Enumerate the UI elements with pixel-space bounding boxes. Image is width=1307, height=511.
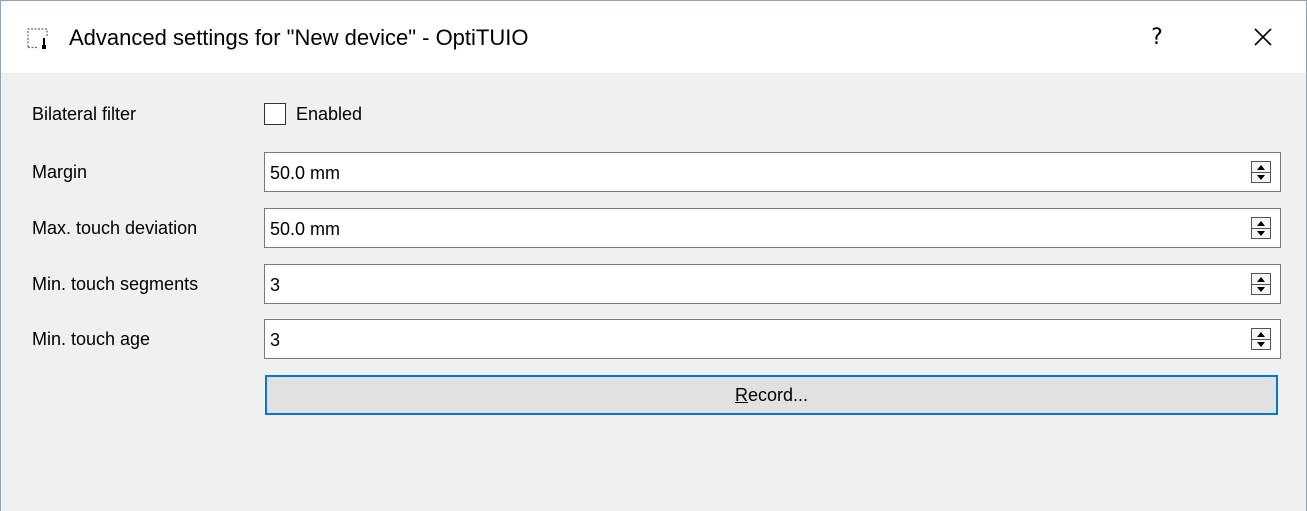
spin-down-arrow-icon[interactable] (1252, 284, 1270, 295)
spin-up-arrow-icon[interactable] (1252, 329, 1270, 339)
max-touch-deviation-spinbox[interactable]: 50.0 mm (264, 208, 1281, 248)
help-icon: ? (1151, 24, 1163, 50)
min-touch-segments-spinbox[interactable]: 3 (264, 264, 1281, 304)
margin-spinbox[interactable]: 50.0 mm (264, 152, 1281, 192)
min-touch-age-label: Min. touch age (32, 329, 151, 349)
margin-spin-arrows (1251, 161, 1271, 183)
spin-up-arrow-icon[interactable] (1252, 218, 1270, 228)
min-touch-segments-label: Min. touch segments (32, 274, 199, 294)
margin-value: 50.0 mm (270, 163, 341, 183)
bilateral-filter-checkbox[interactable] (264, 103, 286, 125)
min-touch-segments-spin-arrows (1251, 273, 1271, 295)
min-touch-segments-value: 3 (270, 275, 281, 295)
spin-down-arrow-icon[interactable] (1252, 228, 1270, 239)
max-touch-deviation-spin-arrows (1251, 217, 1271, 239)
max-touch-deviation-label: Max. touch deviation (32, 218, 198, 238)
help-button[interactable]: ? (1121, 1, 1193, 73)
max-touch-deviation-value: 50.0 mm (270, 219, 341, 239)
title-bar[interactable]: Advanced settings for "New device" - Opt… (1, 1, 1306, 73)
bilateral-filter-label: Bilateral filter (32, 104, 137, 124)
close-button[interactable] (1227, 1, 1299, 73)
bilateral-filter-checkbox-label[interactable]: Enabled (296, 103, 362, 125)
spin-down-arrow-icon[interactable] (1252, 172, 1270, 183)
dialog-window: Advanced settings for "New device" - Opt… (0, 0, 1307, 511)
spin-up-arrow-icon[interactable] (1252, 162, 1270, 172)
margin-label: Margin (32, 162, 88, 182)
spin-up-arrow-icon[interactable] (1252, 274, 1270, 284)
min-touch-age-value: 3 (270, 330, 281, 350)
window-app-icon (27, 28, 48, 49)
window-title: Advanced settings for "New device" - Opt… (69, 25, 529, 50)
record-button[interactable]: Record... (265, 375, 1278, 415)
record-button-label: ecord... (747, 384, 809, 405)
min-touch-age-spin-arrows (1251, 328, 1271, 350)
spin-down-arrow-icon[interactable] (1252, 339, 1270, 350)
min-touch-age-spinbox[interactable]: 3 (264, 319, 1281, 359)
close-icon (1254, 28, 1272, 46)
record-button-mnemonic: R (734, 384, 748, 405)
